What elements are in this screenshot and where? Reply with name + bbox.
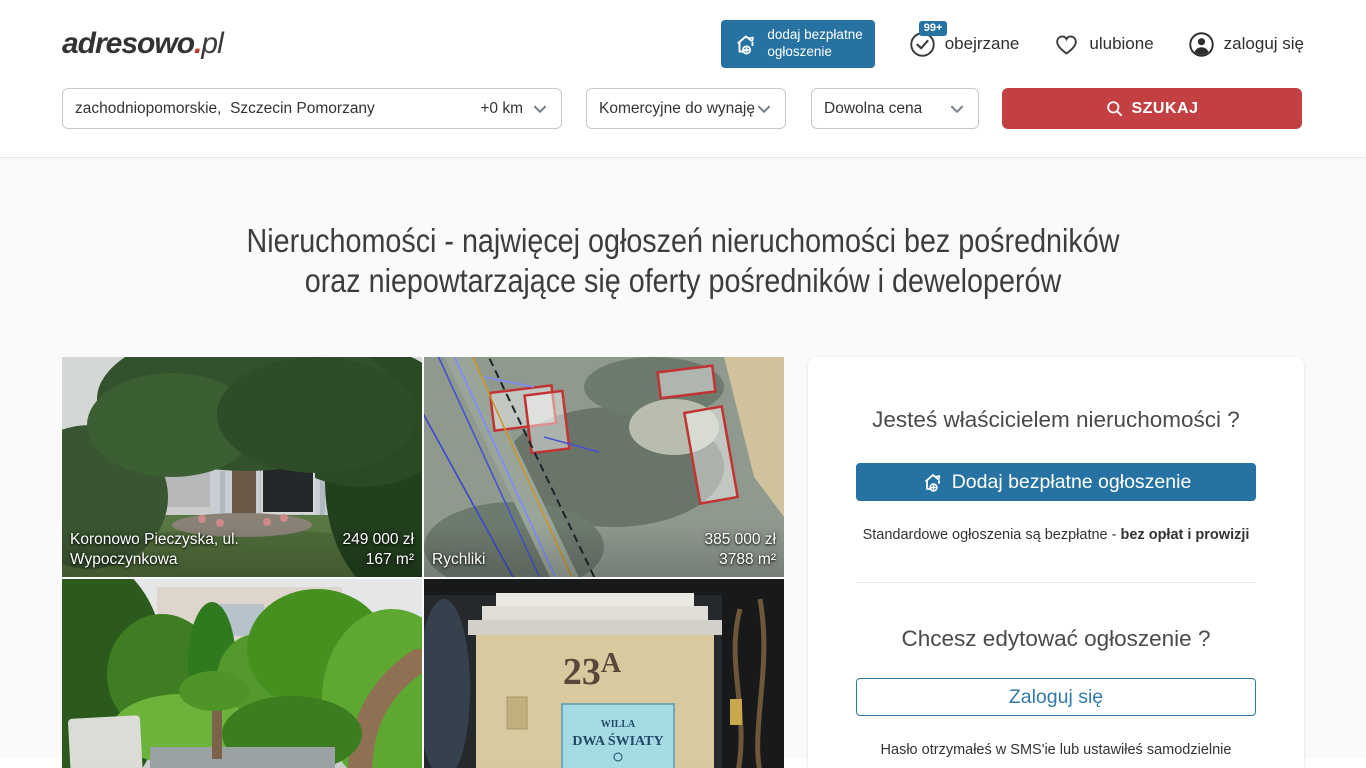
listing-name: Rychliki (432, 550, 637, 570)
edit-heading: Chcesz edytować ogłoszenie ? (856, 626, 1256, 652)
logo-text-light: pl (201, 27, 222, 60)
listing-caption: Rychliki 385 000 zł 3788 m² (424, 524, 784, 577)
header-actions: dodaj bezpłatne ogłoszenie 99+ obejrzane (721, 20, 1304, 68)
viewed-label: obejrzane (945, 34, 1020, 54)
listing-area: 3788 m² (719, 551, 776, 568)
search-button-label: SZUKAJ (1131, 100, 1198, 118)
listing-tile[interactable]: Lublin Węglin, ul. 1 720 000 zł (62, 579, 422, 768)
header: adresowo.pl dodaj bezpłatne ogłoszenie (0, 0, 1366, 158)
plaque-name-text: DWA ŚWIATY (572, 732, 663, 749)
listing-area: 167 m² (366, 551, 414, 568)
viewed-link[interactable]: 99+ obejrzane (909, 31, 1020, 58)
listing-tile[interactable]: 23A WILLA DWA ŚWIATY Warszawa Ursynów, u… (424, 579, 784, 768)
listing-tile[interactable]: Rychliki 385 000 zł 3788 m² (424, 357, 784, 577)
favorites-label: ulubione (1089, 34, 1153, 54)
heart-icon (1053, 31, 1080, 58)
gate-number-text: 23 (563, 651, 601, 693)
search-bar: +0 km Komercyjne do wynaję Dowolna cena … (62, 88, 1304, 157)
listing-meta: 385 000 zł 3788 m² (704, 530, 776, 570)
chevron-down-icon (755, 100, 773, 118)
owner-panel: Jesteś właścicielem nieruchomości ? Doda… (808, 357, 1304, 768)
login-label: zaloguj się (1224, 34, 1304, 54)
listing-photo-landscaped-garden (62, 579, 422, 768)
house-plus-icon (733, 31, 759, 57)
listing-name: Koronowo Pieczyska, ul. Wypoczynkowa (70, 530, 275, 570)
price-value: Dowolna cena (824, 100, 922, 118)
search-button[interactable]: SZUKAJ (1002, 88, 1302, 129)
add-listing-label: dodaj bezpłatne ogłoszenie (767, 27, 862, 61)
owner-note: Standardowe ogłoszenia są bezpłatne - be… (856, 527, 1256, 543)
location-input[interactable] (75, 100, 480, 118)
owner-section: Jesteś właścicielem nieruchomości ? Doda… (808, 357, 1304, 583)
main-content: Nieruchomości - najwięcej ogłoszeń nieru… (0, 158, 1366, 758)
listing-caption: Koronowo Pieczyska, ul. Wypoczynkowa 249… (62, 524, 422, 577)
edit-note: Hasło otrzymałeś w SMS'ie lub ustawiłeś … (856, 742, 1256, 758)
login-link[interactable]: zaloguj się (1188, 31, 1304, 58)
chevron-down-icon (531, 100, 549, 118)
add-free-listing-label: Dodaj bezpłatne ogłoszenie (952, 471, 1192, 494)
listing-price: 249 000 zł (342, 531, 414, 548)
category-select[interactable]: Komercyjne do wynaję (586, 88, 786, 129)
search-icon (1105, 99, 1124, 118)
chevron-down-icon (948, 100, 966, 118)
plaque-title-text: WILLA (601, 719, 636, 730)
adresowo-logo[interactable]: adresowo.pl (62, 27, 223, 61)
add-listing-button[interactable]: dodaj bezpłatne ogłoszenie (721, 20, 874, 68)
owner-heading: Jesteś właścicielem nieruchomości ? (856, 407, 1256, 433)
favorites-link[interactable]: ulubione (1053, 31, 1153, 58)
add-free-listing-button[interactable]: Dodaj bezpłatne ogłoszenie (856, 463, 1256, 501)
login-button[interactable]: Zaloguj się (856, 678, 1256, 716)
location-field[interactable]: +0 km (62, 88, 562, 129)
listing-tile[interactable]: Koronowo Pieczyska, ul. Wypoczynkowa 249… (62, 357, 422, 577)
edit-section: Chcesz edytować ogłoszenie ? Zaloguj się… (808, 583, 1304, 758)
category-value: Komercyjne do wynaję (599, 100, 755, 118)
listing-meta: 249 000 zł 167 m² (342, 530, 414, 570)
logo-text-bold: adresowo (62, 27, 194, 60)
viewed-count-badge: 99+ (919, 21, 948, 36)
listing-price: 385 000 zł (704, 531, 776, 548)
gate-number-suffix-text: A (601, 648, 622, 679)
listings-grid: Koronowo Pieczyska, ul. Wypoczynkowa 249… (62, 357, 784, 768)
radius-value[interactable]: +0 km (480, 100, 523, 118)
house-plus-icon (921, 470, 945, 494)
check-circle-icon: 99+ (909, 31, 936, 58)
listing-photo-gate-pillar: 23A WILLA DWA ŚWIATY (424, 579, 784, 768)
page-title: Nieruchomości - najwięcej ogłoszeń nieru… (89, 221, 1277, 301)
login-button-label: Zaloguj się (1009, 686, 1103, 709)
user-icon (1188, 31, 1215, 58)
price-select[interactable]: Dowolna cena (811, 88, 979, 129)
